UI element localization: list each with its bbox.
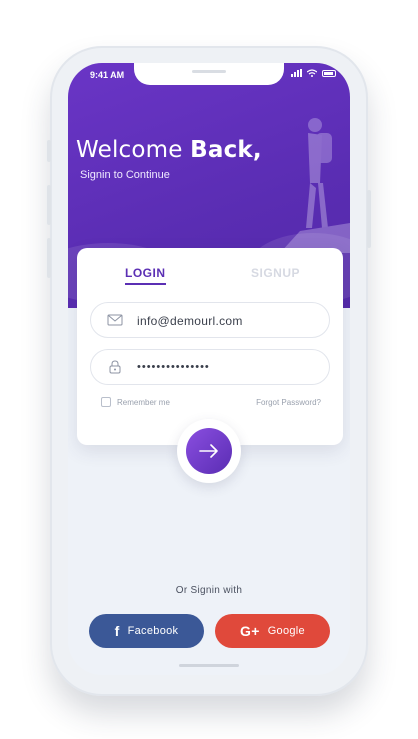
home-indicator	[179, 664, 239, 667]
google-button[interactable]: G+ Google	[215, 614, 330, 648]
arrow-right-icon	[199, 444, 218, 458]
google-label: Google	[267, 625, 305, 637]
envelope-icon	[107, 314, 123, 326]
remember-label: Remember me	[117, 397, 170, 407]
facebook-button[interactable]: f Facebook	[89, 614, 204, 648]
remember-checkbox[interactable]	[101, 397, 111, 407]
email-field[interactable]: info@demourl.com	[90, 302, 330, 338]
volume-up-button	[47, 185, 51, 225]
status-icons	[291, 69, 336, 77]
remember-me[interactable]: Remember me	[101, 397, 170, 407]
speaker-grill	[192, 70, 226, 73]
hiker-silhouette-icon	[280, 118, 350, 253]
welcome-text: Welcome	[76, 137, 183, 163]
facebook-label: Facebook	[127, 625, 179, 637]
submit-button-ring	[177, 419, 241, 483]
forgot-password-link[interactable]: Forgot Password?	[256, 398, 321, 407]
password-field[interactable]: •••••••••••••••	[90, 349, 330, 385]
password-value: •••••••••••••••	[137, 361, 210, 373]
volume-down-button	[47, 238, 51, 278]
tab-login[interactable]: LOGIN	[125, 266, 166, 285]
wifi-icon	[307, 69, 317, 77]
submit-button[interactable]	[186, 428, 232, 474]
welcome-heading: Welcome Back,	[76, 137, 262, 163]
tab-signup[interactable]: SIGNUP	[251, 266, 300, 280]
screen: Welcome Back, Signin to Continue 9:41 AM…	[68, 63, 350, 675]
status-time: 9:41 AM	[90, 70, 125, 80]
mute-switch	[47, 140, 51, 162]
google-plus-icon: G+	[240, 623, 260, 639]
login-card: LOGIN SIGNUP info@demourl.com ••••••••••…	[77, 248, 343, 445]
facebook-icon: f	[114, 623, 120, 639]
signal-icon	[291, 69, 302, 77]
social-signin-prompt: Or Signin with	[175, 585, 243, 596]
power-button	[367, 190, 371, 248]
notch	[134, 63, 284, 85]
battery-icon	[322, 69, 336, 77]
welcome-bold-text: Back,	[190, 137, 262, 163]
email-value: info@demourl.com	[137, 314, 243, 328]
welcome-subtitle: Signin to Continue	[80, 169, 170, 181]
lock-icon	[109, 360, 121, 374]
